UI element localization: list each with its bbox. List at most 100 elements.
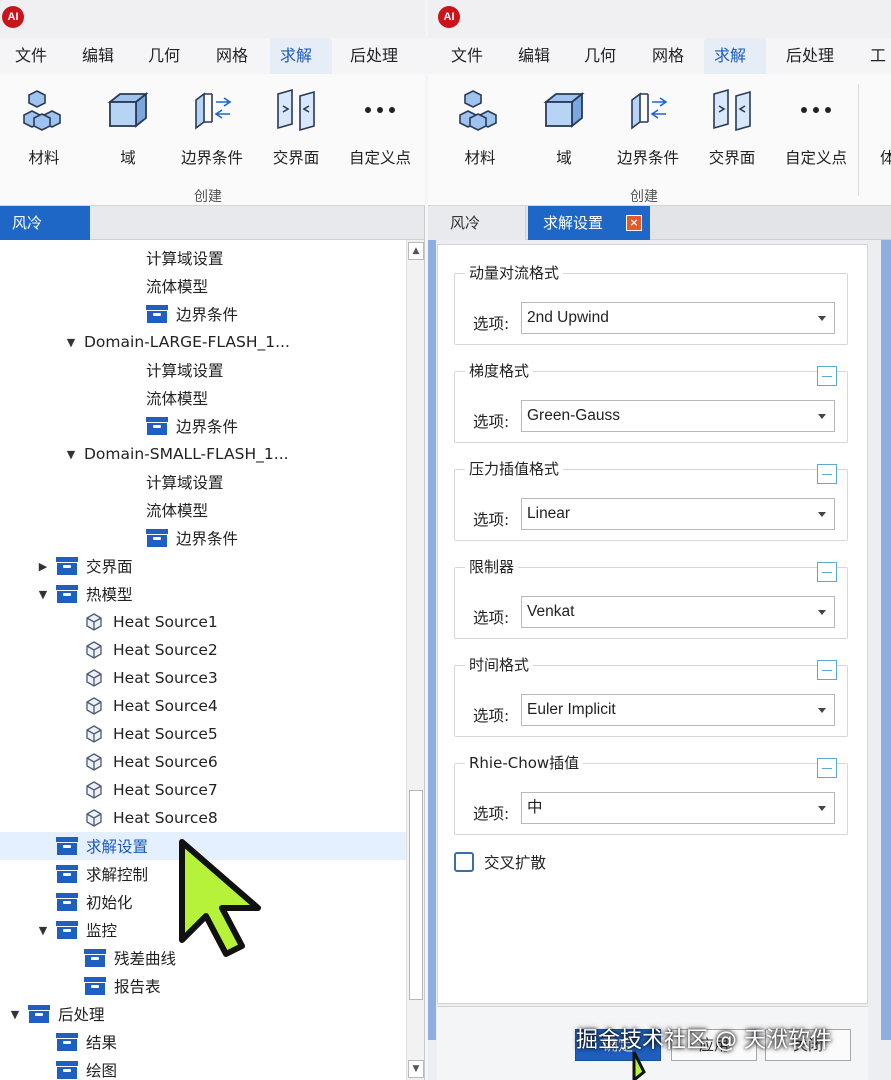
interface-label: 交界面 [272, 149, 320, 167]
tree-item[interactable]: 计算域设置 [0, 244, 406, 272]
setting-group-title: 时间格式 [465, 654, 534, 675]
tree-item[interactable]: ▼ 后处理 [0, 1000, 406, 1028]
ribbon-group-label: 创建 [630, 189, 658, 205]
tab-air-cooling[interactable]: 风冷 [428, 206, 526, 240]
tree-item[interactable]: 边界条件 [0, 524, 406, 552]
menu-tab-edit[interactable]: 编辑 [72, 38, 124, 74]
boundary-condition-label: 边界条件 [180, 149, 243, 167]
option-select[interactable]: Linear [521, 498, 835, 530]
menu-tab-solve[interactable]: 求解 [270, 38, 332, 74]
scroll-up-icon[interactable]: ▲ [408, 242, 424, 260]
tab-air-cooling[interactable]: 风冷 [0, 206, 90, 240]
menu-tab-edit[interactable]: 编辑 [508, 38, 560, 74]
menu-tab-geometry[interactable]: 几何 [574, 38, 626, 74]
expand-down-icon[interactable]: ▼ [8, 1008, 22, 1021]
panel-gutter-left [428, 240, 436, 1040]
tree-item[interactable]: ▼ 热模型 [0, 580, 406, 608]
tree-item-label: 监控 [86, 922, 118, 940]
scroll-thumb[interactable] [409, 790, 423, 1000]
tree-item[interactable]: 流体模型 [0, 496, 406, 524]
material-button[interactable]: 材料 [438, 84, 522, 168]
tree-item[interactable]: Heat Source1 [0, 608, 406, 636]
expand-down-icon[interactable]: ▼ [64, 336, 78, 349]
menu-tab-geometry[interactable]: 几何 [138, 38, 190, 74]
collapse-minus-icon[interactable] [817, 366, 837, 386]
boundary-condition-icon [170, 84, 254, 136]
tree-item[interactable]: 计算域设置 [0, 468, 406, 496]
menu-tab-mesh[interactable]: 网格 [206, 38, 258, 74]
option-select[interactable]: 中 [521, 792, 835, 824]
collapse-minus-icon[interactable] [817, 464, 837, 484]
tree-item[interactable]: Heat Source7 [0, 776, 406, 804]
menu-tab-file[interactable]: 文件 [441, 38, 493, 74]
tree-item-label: 计算域设置 [146, 362, 224, 380]
tree-item[interactable]: 流体模型 [0, 384, 406, 412]
tree-item-label: Heat Source6 [113, 753, 218, 771]
tree-item-label: Heat Source7 [113, 781, 218, 799]
tree-item[interactable]: 绘图 [0, 1056, 406, 1080]
close-icon[interactable]: × [626, 215, 642, 231]
tree-item[interactable]: Heat Source8 [0, 804, 406, 832]
tree-item[interactable]: Heat Source4 [0, 692, 406, 720]
option-select[interactable]: 2nd Upwind [521, 302, 835, 334]
tree-item[interactable]: Heat Source2 [0, 636, 406, 664]
menu-tab-solve[interactable]: 求解 [704, 38, 766, 74]
option-select[interactable]: Euler Implicit [521, 694, 835, 726]
app-logo: AI [2, 6, 24, 28]
tree-item[interactable]: 计算域设置 [0, 356, 406, 384]
interface-button[interactable]: 交界面 [254, 84, 338, 168]
menu-tab-postprocess[interactable]: 后处理 [776, 38, 844, 74]
expand-down-icon[interactable]: ▼ [64, 448, 78, 461]
tree-item[interactable]: 报告表 [0, 972, 406, 1000]
archive-folder-icon [56, 837, 78, 855]
right-ribbon: 材料 域 边界条件 交界面 自定义点 体 创建 [428, 74, 891, 206]
tree-item[interactable]: Heat Source5 [0, 720, 406, 748]
menu-tab-mesh[interactable]: 网格 [642, 38, 694, 74]
tree-item[interactable]: 结果 [0, 1028, 406, 1056]
expand-down-icon[interactable]: ▼ [36, 588, 50, 601]
dropdown-arrow-icon [818, 806, 826, 811]
collapse-minus-icon[interactable] [817, 660, 837, 680]
tree-item[interactable]: 边界条件 [0, 412, 406, 440]
dropdown-arrow-icon [818, 316, 826, 321]
expand-right-icon[interactable]: ▶ [36, 560, 50, 573]
domain-button[interactable]: 域 [86, 84, 170, 168]
tree-item[interactable]: ▶ 交界面 [0, 552, 406, 580]
option-label: 选项: [473, 511, 510, 529]
domain-button[interactable]: 域 [522, 84, 606, 168]
cross-diffusion-option[interactable]: 交叉扩散 [454, 851, 546, 873]
cross-diffusion-checkbox[interactable] [454, 852, 474, 872]
boundary-condition-button[interactable]: 边界条件 [170, 84, 254, 168]
tree-item[interactable]: Heat Source6 [0, 748, 406, 776]
left-menubar: 文件 编辑 几何 网格 求解 后处理 [0, 38, 425, 74]
scroll-down-icon[interactable]: ▼ [408, 1060, 424, 1078]
tree-item[interactable]: Heat Source3 [0, 664, 406, 692]
tree-item-label: 流体模型 [146, 502, 209, 520]
tree-scrollbar[interactable]: ▲ ▼ [406, 240, 424, 1080]
tree-item-label: 报告表 [114, 978, 161, 996]
tab-solver-settings[interactable]: 求解设置 × [528, 206, 650, 240]
tree-item[interactable]: 边界条件 [0, 300, 406, 328]
custom-point-button[interactable]: 自定义点 [774, 84, 858, 168]
option-select[interactable]: Venkat [521, 596, 835, 628]
material-label: 材料 [464, 149, 496, 167]
material-button[interactable]: 材料 [2, 84, 86, 168]
tree-item-label: Heat Source5 [113, 725, 218, 743]
setting-group-title: Rhie-Chow插值 [465, 752, 584, 773]
tree-item[interactable]: 流体模型 [0, 272, 406, 300]
interface-button[interactable]: 交界面 [690, 84, 774, 168]
tree-item[interactable]: ▼ Domain-LARGE-FLASH_1... [0, 328, 406, 356]
setting-group-title: 压力插值格式 [465, 458, 564, 479]
boundary-condition-button[interactable]: 边界条件 [606, 84, 690, 168]
expand-down-icon[interactable]: ▼ [36, 924, 50, 937]
tree-item[interactable]: ▼ Domain-SMALL-FLASH_1... [0, 440, 406, 468]
option-select[interactable]: Green-Gauss [521, 400, 835, 432]
menu-tab-file[interactable]: 文件 [5, 38, 57, 74]
menu-tab-postprocess[interactable]: 后处理 [340, 38, 408, 74]
material-cubes-icon [438, 84, 522, 136]
custom-point-button[interactable]: 自定义点 [338, 84, 422, 168]
collapse-minus-icon[interactable] [817, 562, 837, 582]
collapse-minus-icon[interactable] [817, 758, 837, 778]
menu-tab-tools[interactable]: 工具 [860, 38, 891, 101]
heat-source-cube-icon [86, 669, 102, 687]
